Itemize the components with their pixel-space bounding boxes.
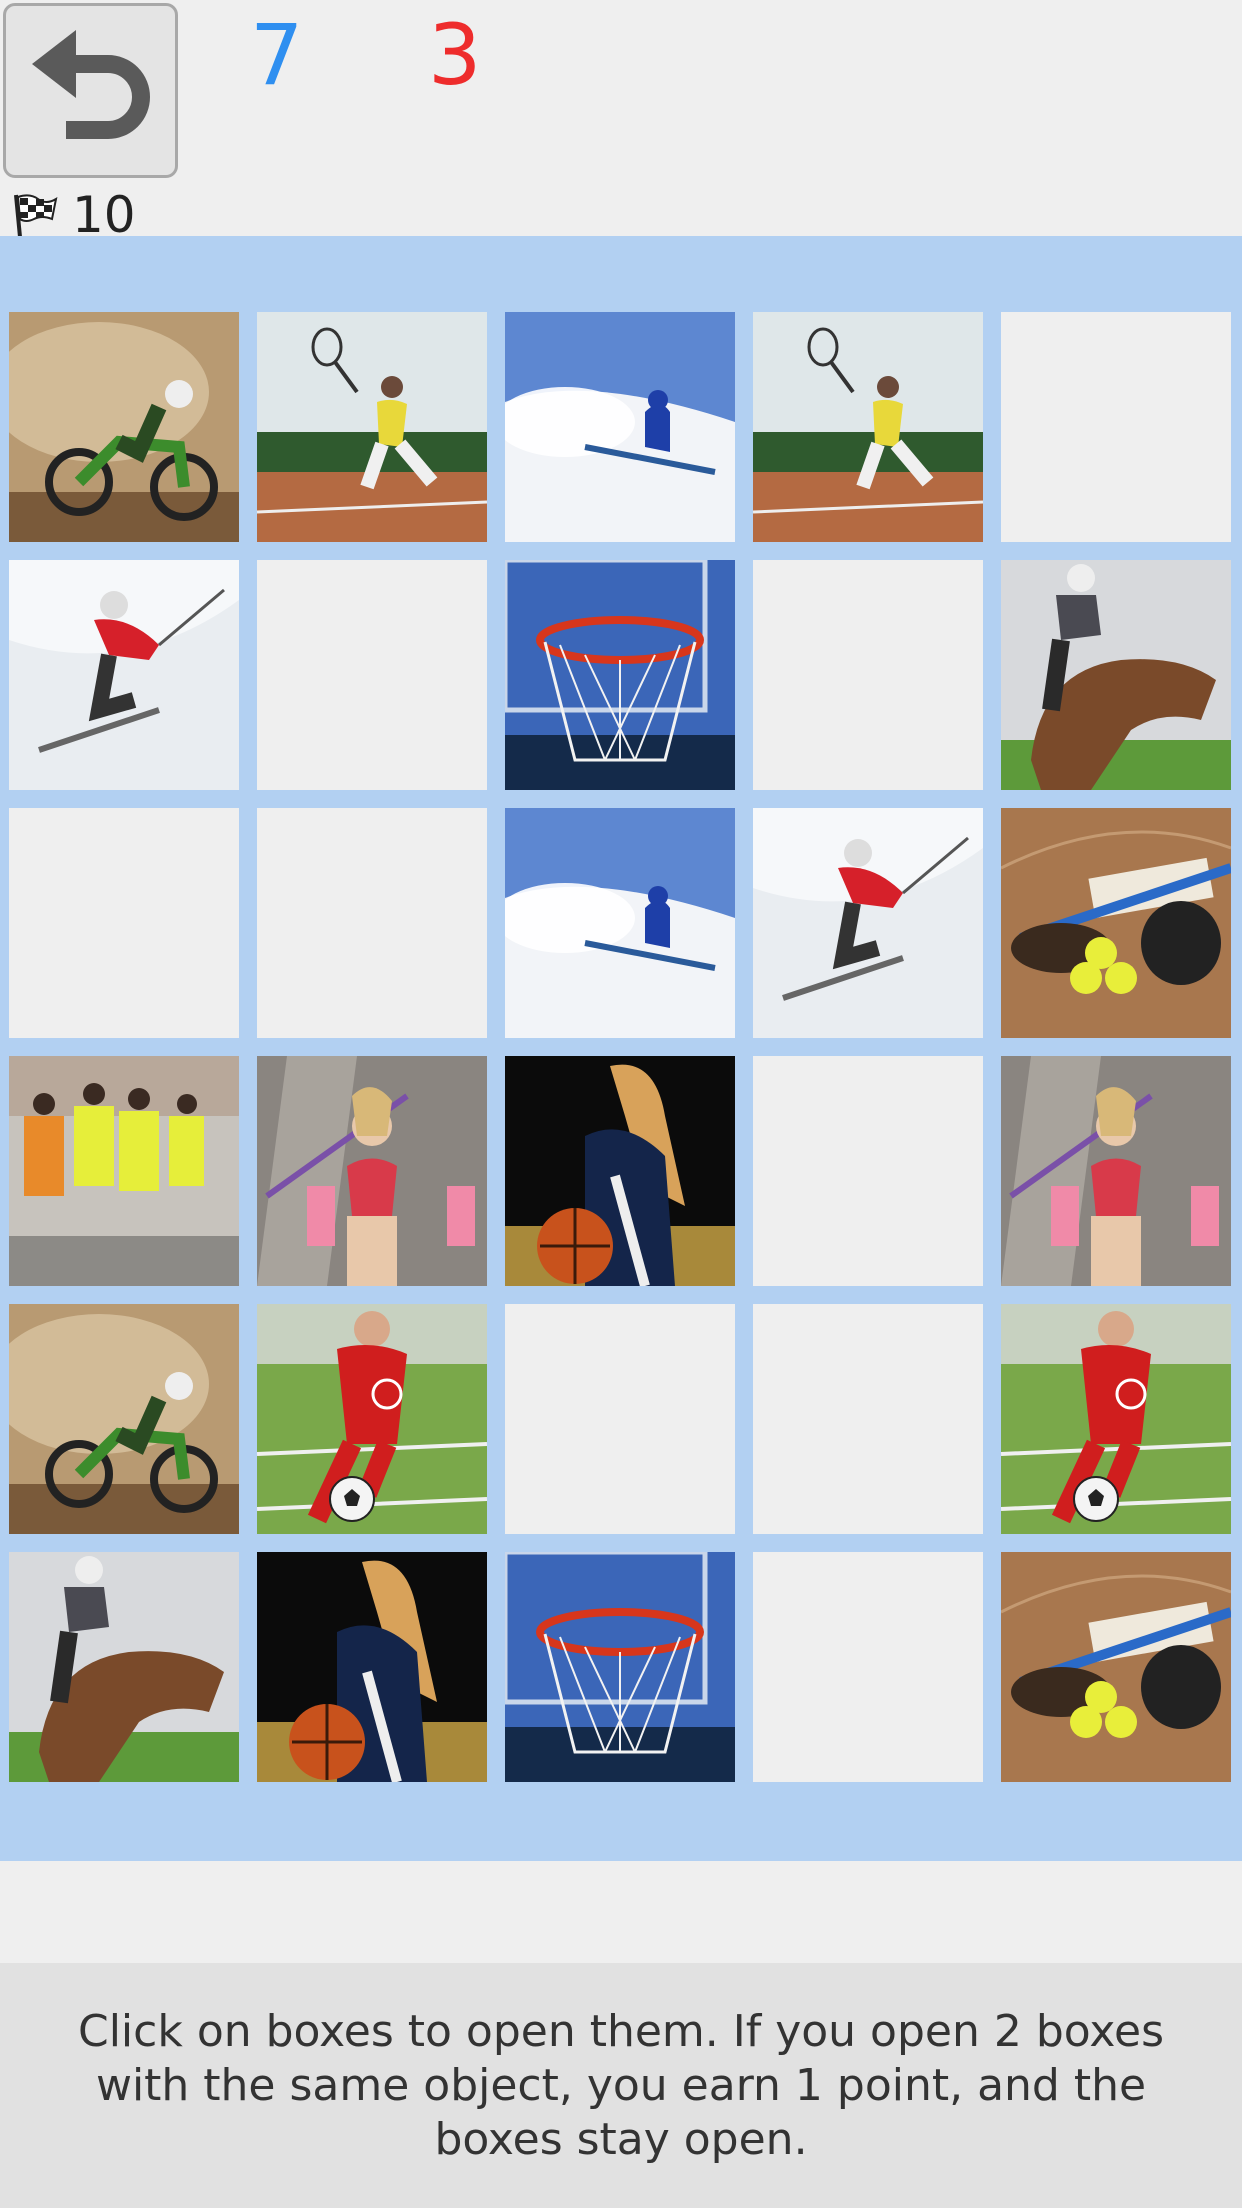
fitness-tile[interactable] [1001,1056,1231,1286]
basketball-player-image [505,1056,735,1286]
closed-tile[interactable] [505,1304,735,1534]
tile-grid [9,312,1231,1782]
player1-score: 7 [250,6,304,104]
ski-blue-tile[interactable] [505,312,735,542]
softball-image [1001,808,1231,1038]
closed-tile[interactable] [1001,312,1231,542]
softball-tile[interactable] [1001,808,1231,1038]
checkered-flag-icon [10,191,58,239]
horse-racing-image [9,1552,239,1782]
motocross-image [9,312,239,542]
softball-tile[interactable] [1001,1552,1231,1782]
undo-button[interactable] [3,3,178,178]
motocross-image [9,1304,239,1534]
ski-blue-image [505,312,735,542]
soccer-image [1001,1304,1231,1534]
horse-racing-tile[interactable] [9,1552,239,1782]
undo-arrow-icon [26,24,156,158]
basketball-player-image [257,1552,487,1782]
basketball-player-tile[interactable] [257,1552,487,1782]
fitness-image [257,1056,487,1286]
basketball-hoop-image [505,1552,735,1782]
basketball-hoop-tile[interactable] [505,1552,735,1782]
ski-blue-image [505,808,735,1038]
basketball-player-tile[interactable] [505,1056,735,1286]
soccer-image [257,1304,487,1534]
instructions-text: Click on boxes to open them. If you open… [0,1963,1242,2208]
ski-red-image [9,560,239,790]
player2-score: 3 [428,6,482,104]
softball-image [1001,1552,1231,1782]
horse-racing-image [1001,560,1231,790]
soccer-tile[interactable] [257,1304,487,1534]
closed-tile[interactable] [753,560,983,790]
tennis-tile[interactable] [753,312,983,542]
tennis-tile[interactable] [257,312,487,542]
motocross-tile[interactable] [9,1304,239,1534]
ski-blue-tile[interactable] [505,808,735,1038]
horse-racing-tile[interactable] [1001,560,1231,790]
closed-tile[interactable] [257,808,487,1038]
closed-tile[interactable] [257,560,487,790]
marathon-tile[interactable] [9,1056,239,1286]
tennis-image [753,312,983,542]
fitness-tile[interactable] [257,1056,487,1286]
closed-tile[interactable] [753,1552,983,1782]
tennis-image [257,312,487,542]
ski-red-tile[interactable] [9,560,239,790]
ski-red-image [753,808,983,1038]
motocross-tile[interactable] [9,312,239,542]
closed-tile[interactable] [753,1056,983,1286]
closed-tile[interactable] [753,1304,983,1534]
marathon-image [9,1056,239,1286]
game-board [0,236,1242,1861]
basketball-hoop-tile[interactable] [505,560,735,790]
fitness-image [1001,1056,1231,1286]
basketball-hoop-image [505,560,735,790]
closed-tile[interactable] [9,808,239,1038]
soccer-tile[interactable] [1001,1304,1231,1534]
ski-red-tile[interactable] [753,808,983,1038]
